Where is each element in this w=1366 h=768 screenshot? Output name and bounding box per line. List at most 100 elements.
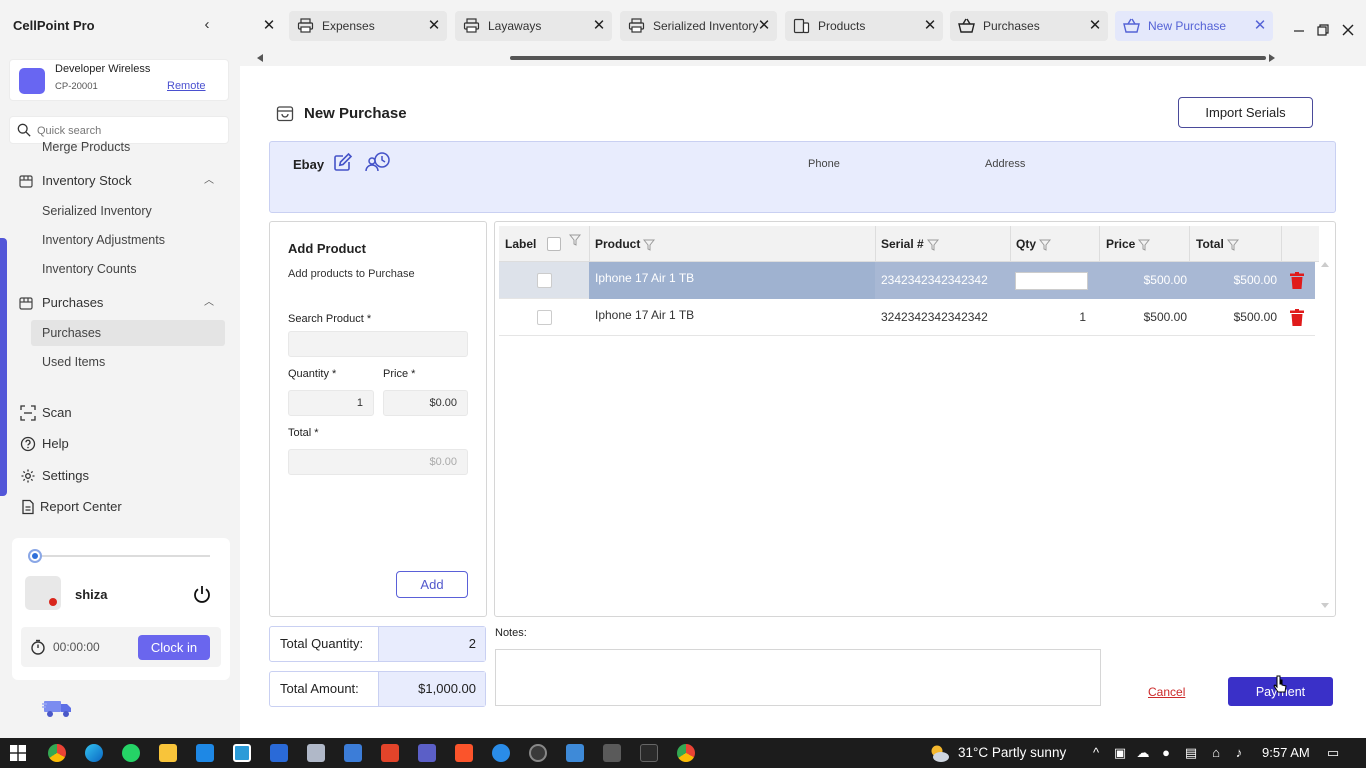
filter-icon[interactable]: [1226, 239, 1239, 251]
close-icon[interactable]: ✕: [1253, 16, 1267, 36]
tab-expenses[interactable]: Expenses ✕: [289, 11, 447, 41]
restore-icon[interactable]: [1315, 22, 1331, 38]
vendor-history-icon[interactable]: [365, 151, 391, 173]
close-icon[interactable]: ✕: [592, 16, 606, 36]
sidebar-item-settings[interactable]: Settings: [0, 463, 240, 489]
edge-icon[interactable]: [85, 744, 103, 762]
status-slider-knob[interactable]: [28, 549, 42, 563]
trash-icon[interactable]: [1290, 309, 1304, 326]
calculator-icon[interactable]: [603, 744, 621, 762]
quantity-input[interactable]: 1: [288, 390, 374, 416]
search-product-input[interactable]: [288, 331, 468, 357]
language-icon[interactable]: ⌂: [1208, 745, 1224, 761]
windows-start-icon[interactable]: [10, 745, 26, 761]
app-icon[interactable]: [566, 744, 584, 762]
app-icon[interactable]: [344, 744, 362, 762]
tab-new-purchase[interactable]: New Purchase ✕: [1115, 11, 1273, 41]
filter-icon[interactable]: [569, 234, 581, 246]
cancel-link[interactable]: Cancel: [1148, 685, 1185, 699]
sidebar-item-report-center[interactable]: Report Center: [0, 494, 240, 520]
collapse-sidebar-icon[interactable]: ‹: [199, 16, 215, 34]
sidebar-item-purchases-group[interactable]: Purchases ︿: [0, 290, 240, 316]
power-icon[interactable]: [192, 584, 212, 604]
file-explorer-icon[interactable]: [159, 744, 177, 762]
app-icon[interactable]: [381, 744, 399, 762]
row-checkbox[interactable]: [537, 310, 552, 325]
tabs-scrollbar[interactable]: [257, 54, 1275, 62]
scroll-down-icon[interactable]: [1321, 603, 1329, 608]
tab-products[interactable]: Products ✕: [785, 11, 943, 41]
scrollbar-thumb[interactable]: [510, 56, 1266, 60]
column-header-product[interactable]: Product: [595, 226, 656, 262]
chevron-up-icon[interactable]: ^: [1088, 745, 1104, 761]
tab-layaways[interactable]: Layaways ✕: [455, 11, 612, 41]
scroll-right-icon[interactable]: [1269, 54, 1275, 62]
price-input[interactable]: $0.00: [383, 390, 468, 416]
edit-icon[interactable]: [333, 152, 353, 172]
tray-app-icon[interactable]: ▣: [1112, 745, 1128, 761]
minimize-icon[interactable]: [1291, 22, 1307, 38]
snipping-icon[interactable]: [233, 744, 251, 762]
sidebar-item-inventory-counts[interactable]: Inventory Counts: [42, 257, 137, 281]
truck-icon[interactable]: [42, 697, 74, 719]
filter-icon[interactable]: [1039, 239, 1052, 251]
onedrive-icon[interactable]: ☁: [1135, 745, 1151, 761]
sidebar-item-scan[interactable]: Scan: [0, 400, 240, 426]
filter-icon[interactable]: [926, 239, 939, 251]
remote-link[interactable]: Remote: [167, 80, 206, 92]
sidebar-item-purchases[interactable]: Purchases: [42, 321, 101, 345]
tab-serialized-inventory[interactable]: Serialized Inventory ✕: [620, 11, 777, 41]
chevron-up-icon[interactable]: ︿: [204, 290, 214, 316]
close-window-icon[interactable]: [1340, 22, 1356, 38]
sidebar-item-serialized-inventory[interactable]: Serialized Inventory: [42, 199, 152, 223]
tab-overflow[interactable]: ✕: [258, 11, 280, 41]
sidebar-item-merge-products[interactable]: Merge Products: [42, 135, 130, 159]
store-app-icon[interactable]: [196, 744, 214, 762]
status-slider-track[interactable]: [34, 555, 210, 557]
tab-purchases[interactable]: Purchases ✕: [950, 11, 1108, 41]
weather-text[interactable]: 31°C Partly sunny: [958, 745, 1066, 760]
chevron-up-icon[interactable]: ︿: [204, 168, 214, 194]
whatsapp-icon[interactable]: [122, 744, 140, 762]
select-all-checkbox[interactable]: [547, 237, 561, 251]
import-serials-button[interactable]: Import Serials: [1178, 97, 1313, 128]
chrome-icon[interactable]: [48, 744, 66, 762]
close-icon[interactable]: ✕: [427, 16, 441, 36]
taskbar-clock[interactable]: 9:57 AM: [1262, 745, 1310, 760]
grid-scrollbar[interactable]: [1321, 262, 1329, 608]
table-row[interactable]: Iphone 17 Air 1 TB 2342342342342342 $500…: [499, 262, 1315, 299]
app-icon[interactable]: [529, 744, 547, 762]
close-icon[interactable]: ✕: [757, 16, 771, 36]
weather-partly-sunny-icon[interactable]: [928, 743, 950, 763]
microphone-icon[interactable]: ●: [1158, 745, 1174, 761]
chrome-icon[interactable]: [677, 744, 695, 762]
notifications-icon[interactable]: ▭: [1325, 745, 1341, 761]
qty-cell[interactable]: 1: [1010, 299, 1086, 336]
cellpoint-app-icon[interactable]: [640, 744, 658, 762]
row-checkbox[interactable]: [537, 273, 552, 288]
add-button[interactable]: Add: [396, 571, 468, 598]
close-icon[interactable]: ✕: [1088, 16, 1102, 36]
app-icon[interactable]: [492, 744, 510, 762]
app-icon[interactable]: [307, 744, 325, 762]
close-icon[interactable]: ✕: [923, 16, 937, 36]
column-header-serial[interactable]: Serial #: [881, 226, 939, 262]
column-header-qty[interactable]: Qty: [1016, 226, 1052, 262]
volume-icon[interactable]: ♪: [1231, 745, 1247, 761]
filter-icon[interactable]: [1138, 239, 1151, 251]
remote-app-icon[interactable]: [270, 744, 288, 762]
teams-icon[interactable]: [418, 744, 436, 762]
column-header-price[interactable]: Price: [1106, 226, 1151, 262]
sidebar-item-inventory-adjustments[interactable]: Inventory Adjustments: [42, 228, 165, 252]
notes-field[interactable]: [495, 649, 1101, 706]
scroll-left-icon[interactable]: [257, 54, 263, 62]
sidebar-item-inventory-stock[interactable]: Inventory Stock ︿: [0, 168, 240, 194]
brave-icon[interactable]: [455, 744, 473, 762]
table-row[interactable]: Iphone 17 Air 1 TB 3242342342342342 1 $5…: [499, 299, 1315, 336]
column-header-total[interactable]: Total: [1196, 226, 1239, 262]
clock-in-button[interactable]: Clock in: [138, 635, 210, 660]
trash-icon[interactable]: [1290, 272, 1304, 289]
scroll-up-icon[interactable]: [1321, 262, 1329, 267]
qty-cell-editor[interactable]: [1015, 272, 1088, 290]
network-icon[interactable]: ▤: [1183, 745, 1199, 761]
